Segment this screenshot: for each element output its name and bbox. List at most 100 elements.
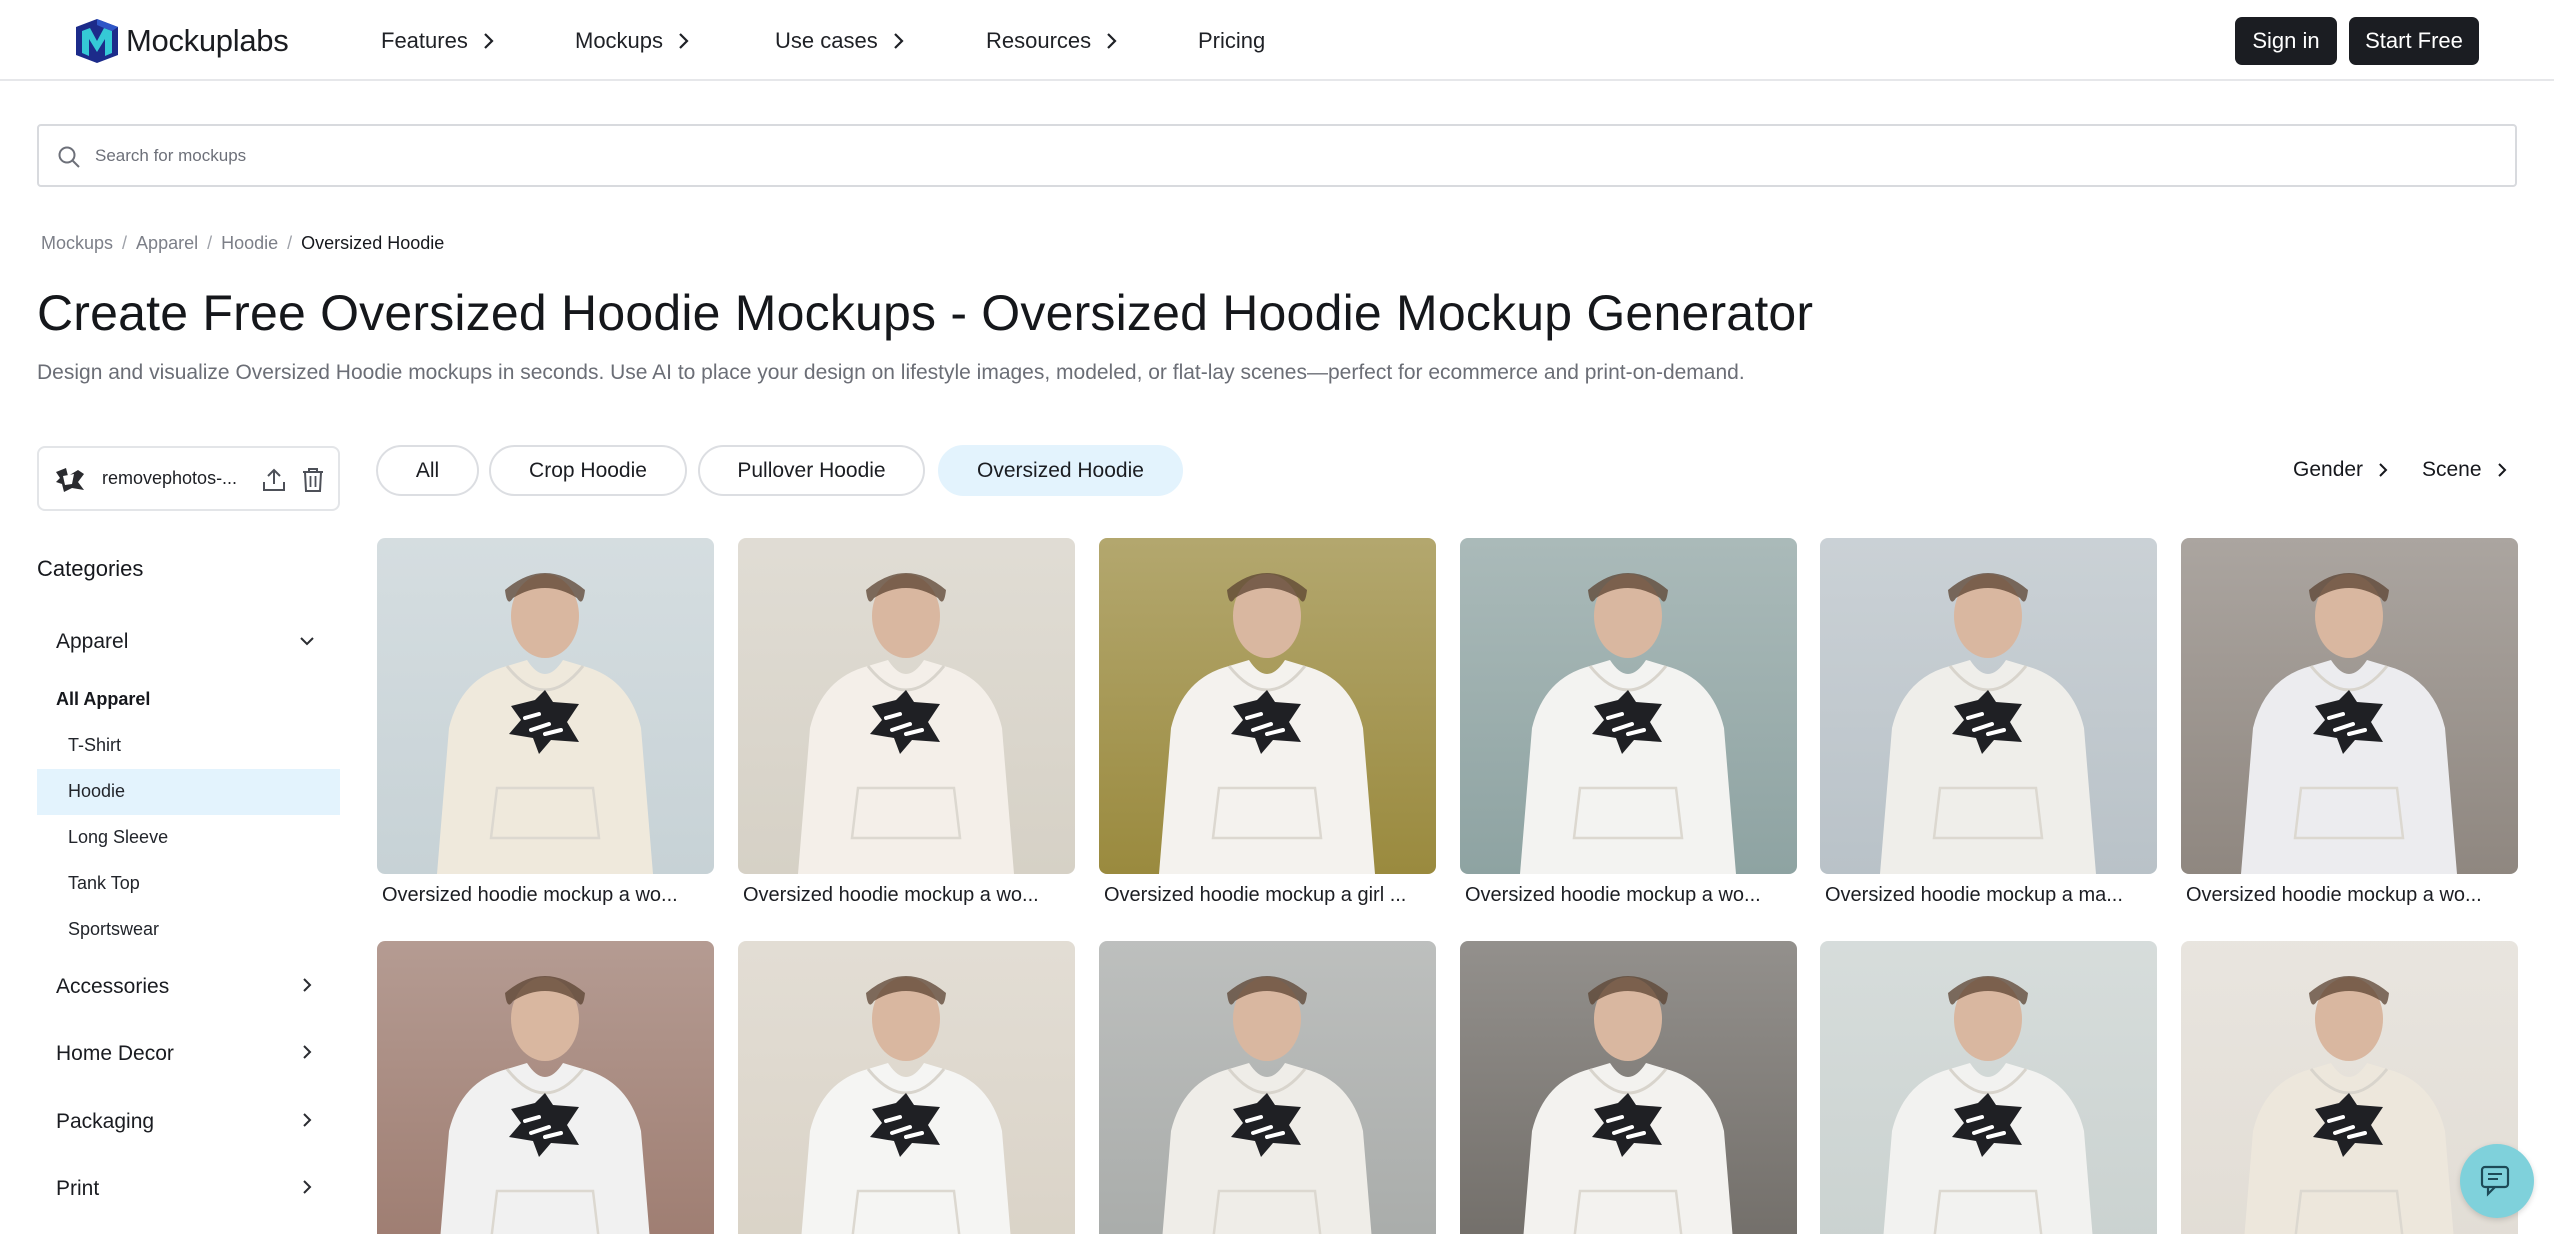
nav-pricing[interactable]: Pricing xyxy=(1198,26,1265,56)
search-input[interactable] xyxy=(95,138,2475,174)
mockup-caption[interactable]: Oversized hoodie mockup a ma... xyxy=(1825,884,2155,907)
filter-pill-crop-hoodie[interactable]: Crop Hoodie xyxy=(489,445,687,496)
chevron-right-icon[interactable] xyxy=(298,1043,316,1061)
search-icon xyxy=(58,146,80,168)
mockup-image[interactable] xyxy=(738,941,1075,1234)
sidebar-item-all-apparel[interactable]: All Apparel xyxy=(56,689,150,710)
breadcrumb-separator: / xyxy=(122,233,128,253)
nav-use-cases-label: Use cases xyxy=(775,28,878,53)
sign-in-button[interactable]: Sign in xyxy=(2235,17,2337,65)
chevron-right-icon xyxy=(893,33,904,49)
nav-resources-label: Resources xyxy=(986,28,1092,53)
mockup-card[interactable] xyxy=(738,941,1075,1234)
start-free-button[interactable]: Start Free xyxy=(2349,17,2479,65)
mockup-card[interactable] xyxy=(1099,941,1436,1234)
hoodie-model-photo xyxy=(738,538,1075,874)
hoodie-model-photo xyxy=(1820,941,2157,1234)
mockup-image[interactable] xyxy=(1460,941,1797,1234)
mockup-card[interactable] xyxy=(377,941,714,1234)
chevron-right-icon xyxy=(1107,33,1117,49)
chevron-right-icon[interactable] xyxy=(298,1111,316,1129)
breadcrumb: Mockups / Apparel / Hoodie / Oversized H… xyxy=(41,233,444,254)
mockup-image[interactable] xyxy=(1099,941,1436,1234)
hoodie-model-photo xyxy=(1099,941,1436,1234)
nav-mockups-label: Mockups xyxy=(575,28,664,53)
mockup-image[interactable] xyxy=(1820,538,2157,874)
sidebar-item-hoodie[interactable]: Hoodie xyxy=(68,781,125,802)
mockup-caption[interactable]: Oversized hoodie mockup a wo... xyxy=(382,884,712,907)
mockup-caption[interactable]: Oversized hoodie mockup a wo... xyxy=(743,884,1073,907)
chevron-right-icon xyxy=(679,33,689,49)
sidebar-item-long-sleeve[interactable]: Long Sleeve xyxy=(68,827,168,848)
nav-features-label: Features xyxy=(381,28,468,53)
mockup-card[interactable]: Oversized hoodie mockup a wo... xyxy=(2181,538,2518,906)
filter-pill-pullover-hoodie[interactable]: Pullover Hoodie xyxy=(698,445,925,496)
mockup-card[interactable]: Oversized hoodie mockup a girl ... xyxy=(1099,538,1436,906)
sidebar-category-home-decor[interactable]: Home Decor xyxy=(56,1042,174,1066)
hoodie-model-photo xyxy=(1820,538,2157,874)
page-subtitle: Design and visualize Oversized Hoodie mo… xyxy=(37,361,1745,384)
filter-pill-oversized-hoodie[interactable]: Oversized Hoodie xyxy=(938,445,1183,496)
nav-resources[interactable]: Resources xyxy=(986,26,1119,56)
nav-features[interactable]: Features xyxy=(381,26,496,56)
design-thumbnail xyxy=(56,468,84,492)
hoodie-model-photo xyxy=(1099,538,1436,874)
top-navigation: Mockuplabs Features Mockups Use cases Re… xyxy=(0,0,2554,81)
sidebar-item-tank-top[interactable]: Tank Top xyxy=(68,873,140,894)
hoodie-model-photo xyxy=(1460,538,1797,874)
hoodie-model-photo xyxy=(738,941,1075,1234)
brand-logo[interactable]: Mockuplabs xyxy=(74,19,289,63)
mockup-image[interactable] xyxy=(1099,538,1436,874)
mockup-caption[interactable]: Oversized hoodie mockup a wo... xyxy=(2186,884,2516,907)
brand-name: Mockuplabs xyxy=(126,23,289,58)
hoodie-model-photo xyxy=(377,941,714,1234)
mockup-caption[interactable]: Oversized hoodie mockup a wo... xyxy=(1465,884,1795,907)
breadcrumb-hoodie[interactable]: Hoodie xyxy=(221,233,278,254)
mockup-image[interactable] xyxy=(738,538,1075,874)
sidebar-category-print[interactable]: Print xyxy=(56,1177,99,1201)
mockup-card[interactable]: Oversized hoodie mockup a wo... xyxy=(377,538,714,906)
sidebar-category-packaging[interactable]: Packaging xyxy=(56,1110,154,1134)
chat-support-button[interactable] xyxy=(2460,1144,2534,1218)
mockup-image[interactable] xyxy=(377,538,714,874)
uploaded-filename: removephotos-... xyxy=(102,468,238,488)
mockup-card[interactable]: Oversized hoodie mockup a wo... xyxy=(1460,538,1797,906)
mockup-image[interactable] xyxy=(1460,538,1797,874)
breadcrumb-separator: / xyxy=(287,233,293,253)
upload-icon[interactable] xyxy=(261,466,287,494)
logo-icon xyxy=(76,19,118,63)
chat-icon xyxy=(2480,1165,2510,1197)
trash-icon[interactable] xyxy=(301,466,325,494)
chevron-right-icon xyxy=(484,33,494,49)
categories-heading: Categories xyxy=(37,556,144,581)
mockup-image[interactable] xyxy=(2181,538,2518,874)
chevron-down-icon[interactable] xyxy=(298,632,316,650)
mockup-card[interactable] xyxy=(1820,941,2157,1234)
chevron-right-icon xyxy=(2497,463,2506,477)
uploaded-design-chip: removephotos-... xyxy=(37,446,340,511)
nav-use-cases[interactable]: Use cases xyxy=(775,26,906,56)
breadcrumb-apparel[interactable]: Apparel xyxy=(136,233,198,254)
sidebar-item-sportswear[interactable]: Sportswear xyxy=(68,919,159,940)
gender-filter-label: Gender xyxy=(2293,458,2364,481)
scene-filter-dropdown[interactable]: Scene xyxy=(2422,455,2508,485)
sidebar-category-accessories[interactable]: Accessories xyxy=(56,975,169,999)
chevron-right-icon xyxy=(2379,463,2388,477)
scene-filter-label: Scene xyxy=(2422,458,2482,481)
sidebar-category-apparel[interactable]: Apparel xyxy=(56,630,128,654)
mockup-image[interactable] xyxy=(377,941,714,1234)
nav-mockups[interactable]: Mockups xyxy=(575,26,691,56)
gender-filter-dropdown[interactable]: Gender xyxy=(2293,455,2389,485)
hoodie-model-photo xyxy=(1460,941,1797,1234)
chevron-right-icon[interactable] xyxy=(298,1178,316,1196)
mockup-card[interactable]: Oversized hoodie mockup a wo... xyxy=(738,538,1075,906)
breadcrumb-separator: / xyxy=(207,233,213,253)
sidebar-item-t-shirt[interactable]: T-Shirt xyxy=(68,735,121,756)
filter-pill-all[interactable]: All xyxy=(376,445,479,496)
breadcrumb-mockups[interactable]: Mockups xyxy=(41,233,113,254)
chevron-right-icon[interactable] xyxy=(298,976,316,994)
mockup-card[interactable]: Oversized hoodie mockup a ma... xyxy=(1820,538,2157,906)
mockup-image[interactable] xyxy=(1820,941,2157,1234)
mockup-card[interactable] xyxy=(1460,941,1797,1234)
mockup-caption[interactable]: Oversized hoodie mockup a girl ... xyxy=(1104,884,1434,907)
